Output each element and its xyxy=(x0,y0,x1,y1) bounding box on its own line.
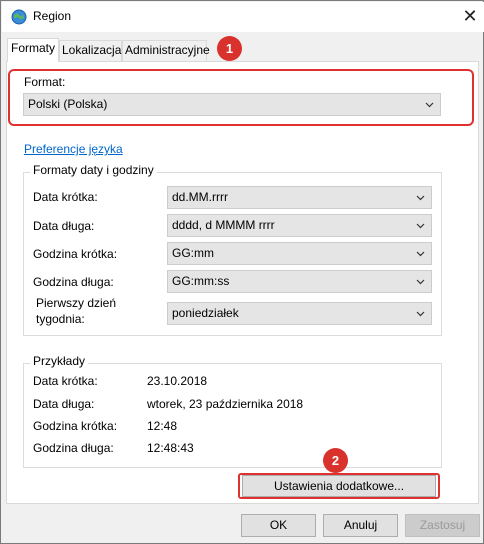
example-long-time-label: Godzina długa: xyxy=(33,441,114,455)
chevron-down-icon xyxy=(416,195,425,201)
first-day-select[interactable]: poniedziałek xyxy=(167,302,432,325)
short-time-select[interactable]: GG:mm xyxy=(167,242,432,265)
tab-administracyjne[interactable]: Administracyjne xyxy=(122,40,210,61)
example-long-date-label: Data długa: xyxy=(33,397,95,411)
region-dialog: Region ✕ Formaty Lokalizacja Administrac… xyxy=(0,0,484,544)
long-time-label: Godzina długa: xyxy=(33,275,114,289)
long-date-select[interactable]: dddd, d MMMM rrrr xyxy=(167,214,432,237)
example-short-date-value: 23.10.2018 xyxy=(147,374,208,388)
example-short-date-label: Data krótka: xyxy=(33,374,98,388)
step-badge-2: 2 xyxy=(323,448,348,473)
tab-lokalizacja[interactable]: Lokalizacja xyxy=(59,40,122,61)
example-long-date-value: wtorek, 23 października 2018 xyxy=(147,397,304,411)
long-date-label: Data długa: xyxy=(33,219,95,233)
first-day-label-line2: tygodnia: xyxy=(36,312,85,326)
chevron-down-icon xyxy=(416,251,425,257)
globe-icon xyxy=(11,9,27,25)
examples-title: Przykłady xyxy=(30,354,89,368)
example-short-time-label: Godzina krótka: xyxy=(33,419,118,433)
short-date-value: dd.MM.rrrr xyxy=(172,190,228,204)
tab-formaty[interactable]: Formaty xyxy=(7,38,59,62)
additional-settings-button[interactable]: Ustawienia dodatkowe... xyxy=(242,475,436,497)
chevron-down-icon xyxy=(416,279,425,285)
format-label: Format: xyxy=(24,75,66,89)
short-date-label: Data krótka: xyxy=(33,190,98,204)
short-date-select[interactable]: dd.MM.rrrr xyxy=(167,186,432,209)
close-icon[interactable]: ✕ xyxy=(458,5,482,29)
short-time-label: Godzina krótka: xyxy=(33,247,118,261)
language-preferences-link[interactable]: Preferencje języka xyxy=(24,142,123,156)
first-day-value: poniedziałek xyxy=(172,306,239,320)
long-time-value: GG:mm:ss xyxy=(172,274,230,288)
chevron-down-icon xyxy=(416,223,425,229)
first-day-label-line1: Pierwszy dzień xyxy=(36,296,117,310)
format-select[interactable]: Polski (Polska) xyxy=(23,93,441,116)
datetime-formats-title: Formaty daty i godziny xyxy=(30,163,157,177)
ok-button[interactable]: OK xyxy=(241,514,316,537)
step-badge-1: 1 xyxy=(217,36,242,61)
long-date-value: dddd, d MMMM rrrr xyxy=(172,218,275,232)
long-time-select[interactable]: GG:mm:ss xyxy=(167,270,432,293)
cancel-button[interactable]: Anuluj xyxy=(323,514,398,537)
example-long-time-value: 12:48:43 xyxy=(147,441,194,455)
format-select-value: Polski (Polska) xyxy=(28,97,108,111)
example-short-time-value: 12:48 xyxy=(147,419,178,433)
chevron-down-icon xyxy=(416,311,425,317)
apply-button[interactable]: Zastosuj xyxy=(405,514,480,537)
title-bar[interactable]: Region ✕ xyxy=(2,2,484,32)
window-title: Region xyxy=(33,9,72,23)
short-time-value: GG:mm xyxy=(172,246,214,260)
chevron-down-icon xyxy=(425,102,434,108)
